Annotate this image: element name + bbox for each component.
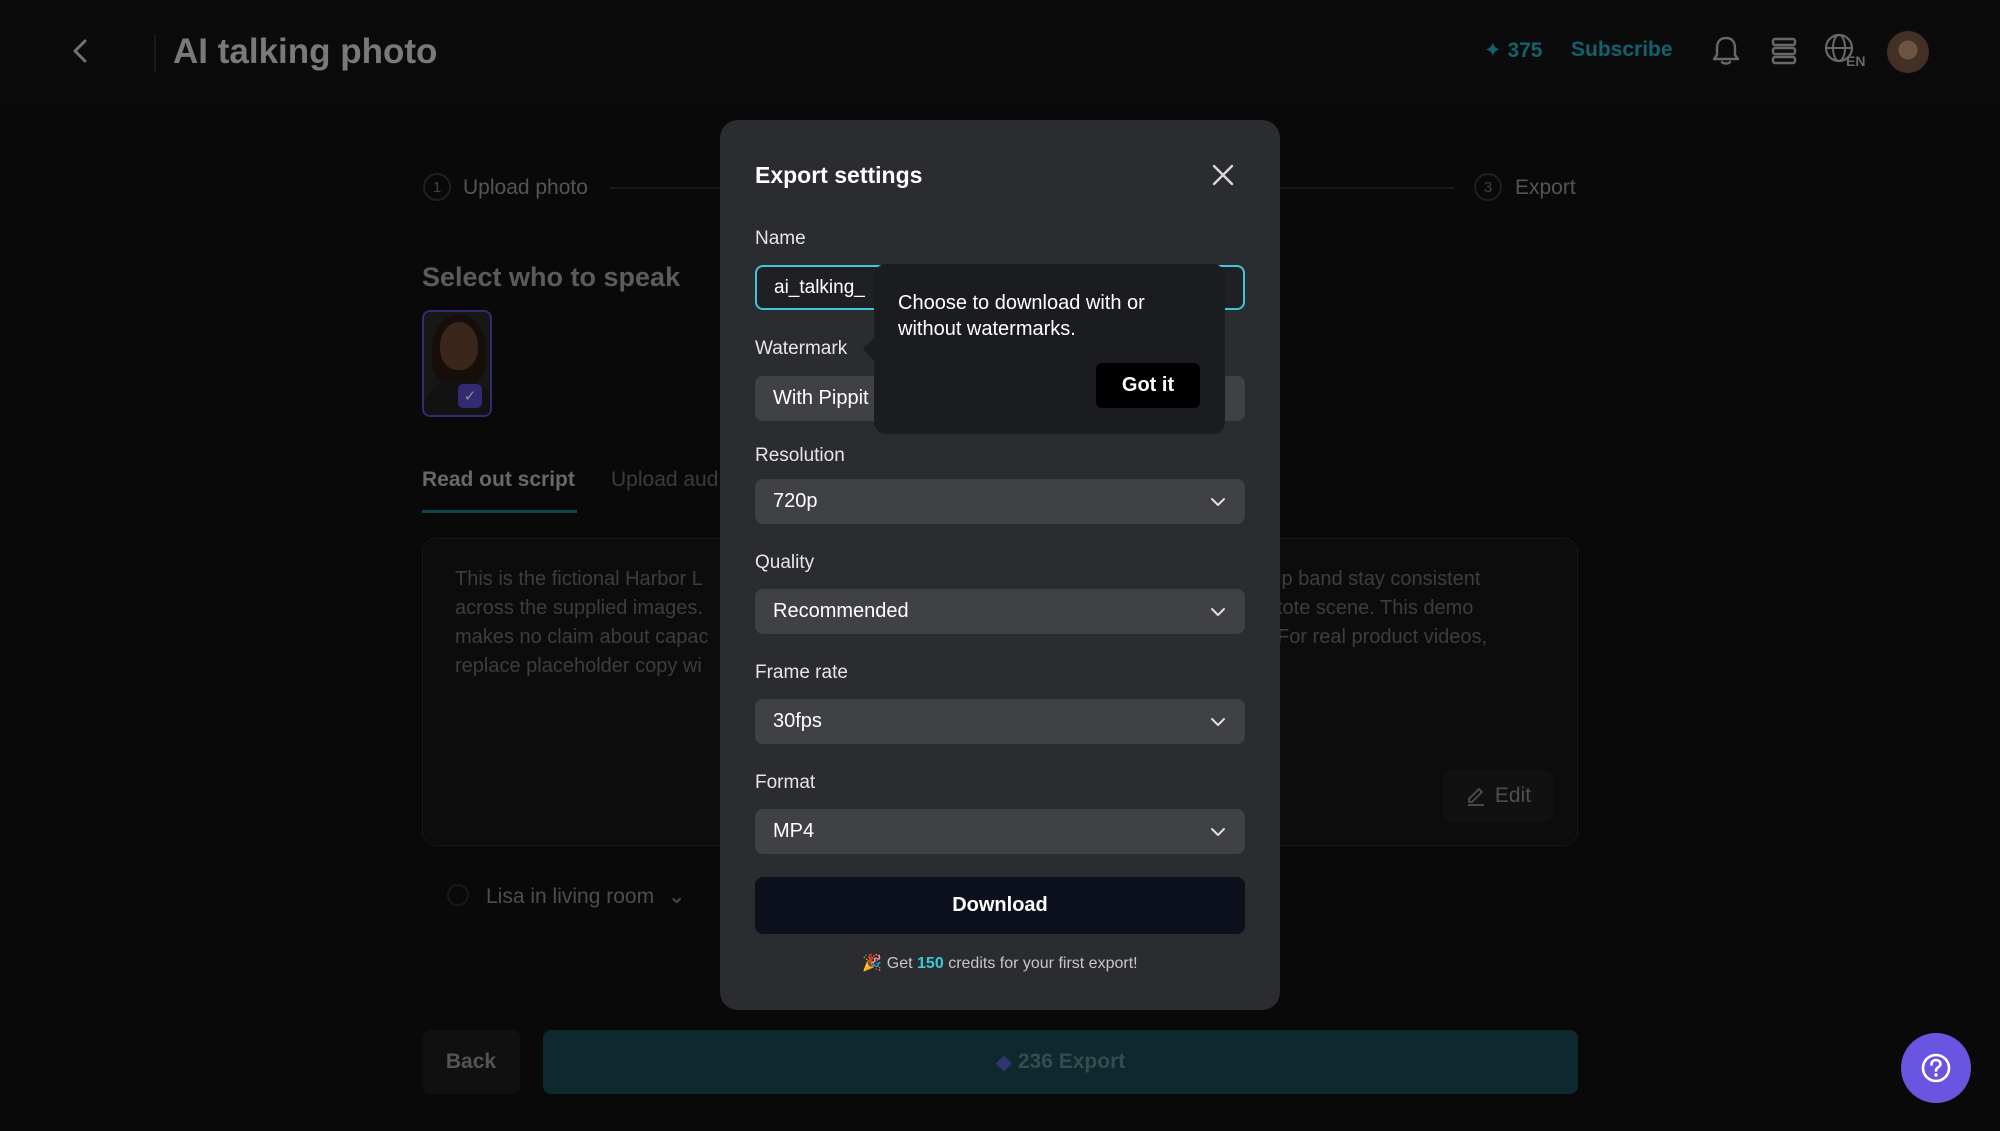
name-label: Name [755, 228, 806, 249]
chevron-down-icon [1211, 828, 1225, 836]
quality-value: Recommended [773, 600, 909, 622]
resolution-value: 720p [773, 490, 818, 512]
promo-credit-amount: 150 [917, 955, 944, 972]
format-value: MP4 [773, 820, 815, 842]
watermark-label: Watermark [755, 338, 848, 359]
quality-label: Quality [755, 552, 815, 573]
watermark-tooltip: Choose to download with or without water… [874, 264, 1225, 434]
modal-title: Export settings [755, 162, 923, 188]
export-settings-modal: Export settings Name Watermark With Pipp… [720, 120, 1280, 1010]
framerate-value: 30fps [773, 710, 822, 732]
format-label: Format [755, 772, 816, 793]
party-popper-icon: 🎉 [862, 955, 883, 972]
resolution-label: Resolution [755, 445, 845, 466]
resolution-select[interactable]: 720p [755, 479, 1245, 524]
tooltip-text: Choose to download with or without water… [898, 292, 1145, 340]
download-button[interactable]: Download [755, 877, 1245, 934]
chevron-down-icon [1211, 608, 1225, 616]
chevron-down-icon [1211, 718, 1225, 726]
question-mark-icon [1921, 1053, 1951, 1083]
chevron-down-icon [1211, 498, 1225, 506]
help-button[interactable] [1901, 1033, 1971, 1103]
got-it-button[interactable]: Got it [1096, 363, 1200, 408]
watermark-value: With Pippit [773, 387, 869, 409]
first-export-promo: 🎉 Get 150 credits for your first export! [862, 955, 1138, 972]
quality-select[interactable]: Recommended [755, 589, 1245, 634]
close-icon[interactable] [1210, 162, 1236, 188]
framerate-label: Frame rate [755, 662, 848, 683]
format-select[interactable]: MP4 [755, 809, 1245, 854]
framerate-select[interactable]: 30fps [755, 699, 1245, 744]
